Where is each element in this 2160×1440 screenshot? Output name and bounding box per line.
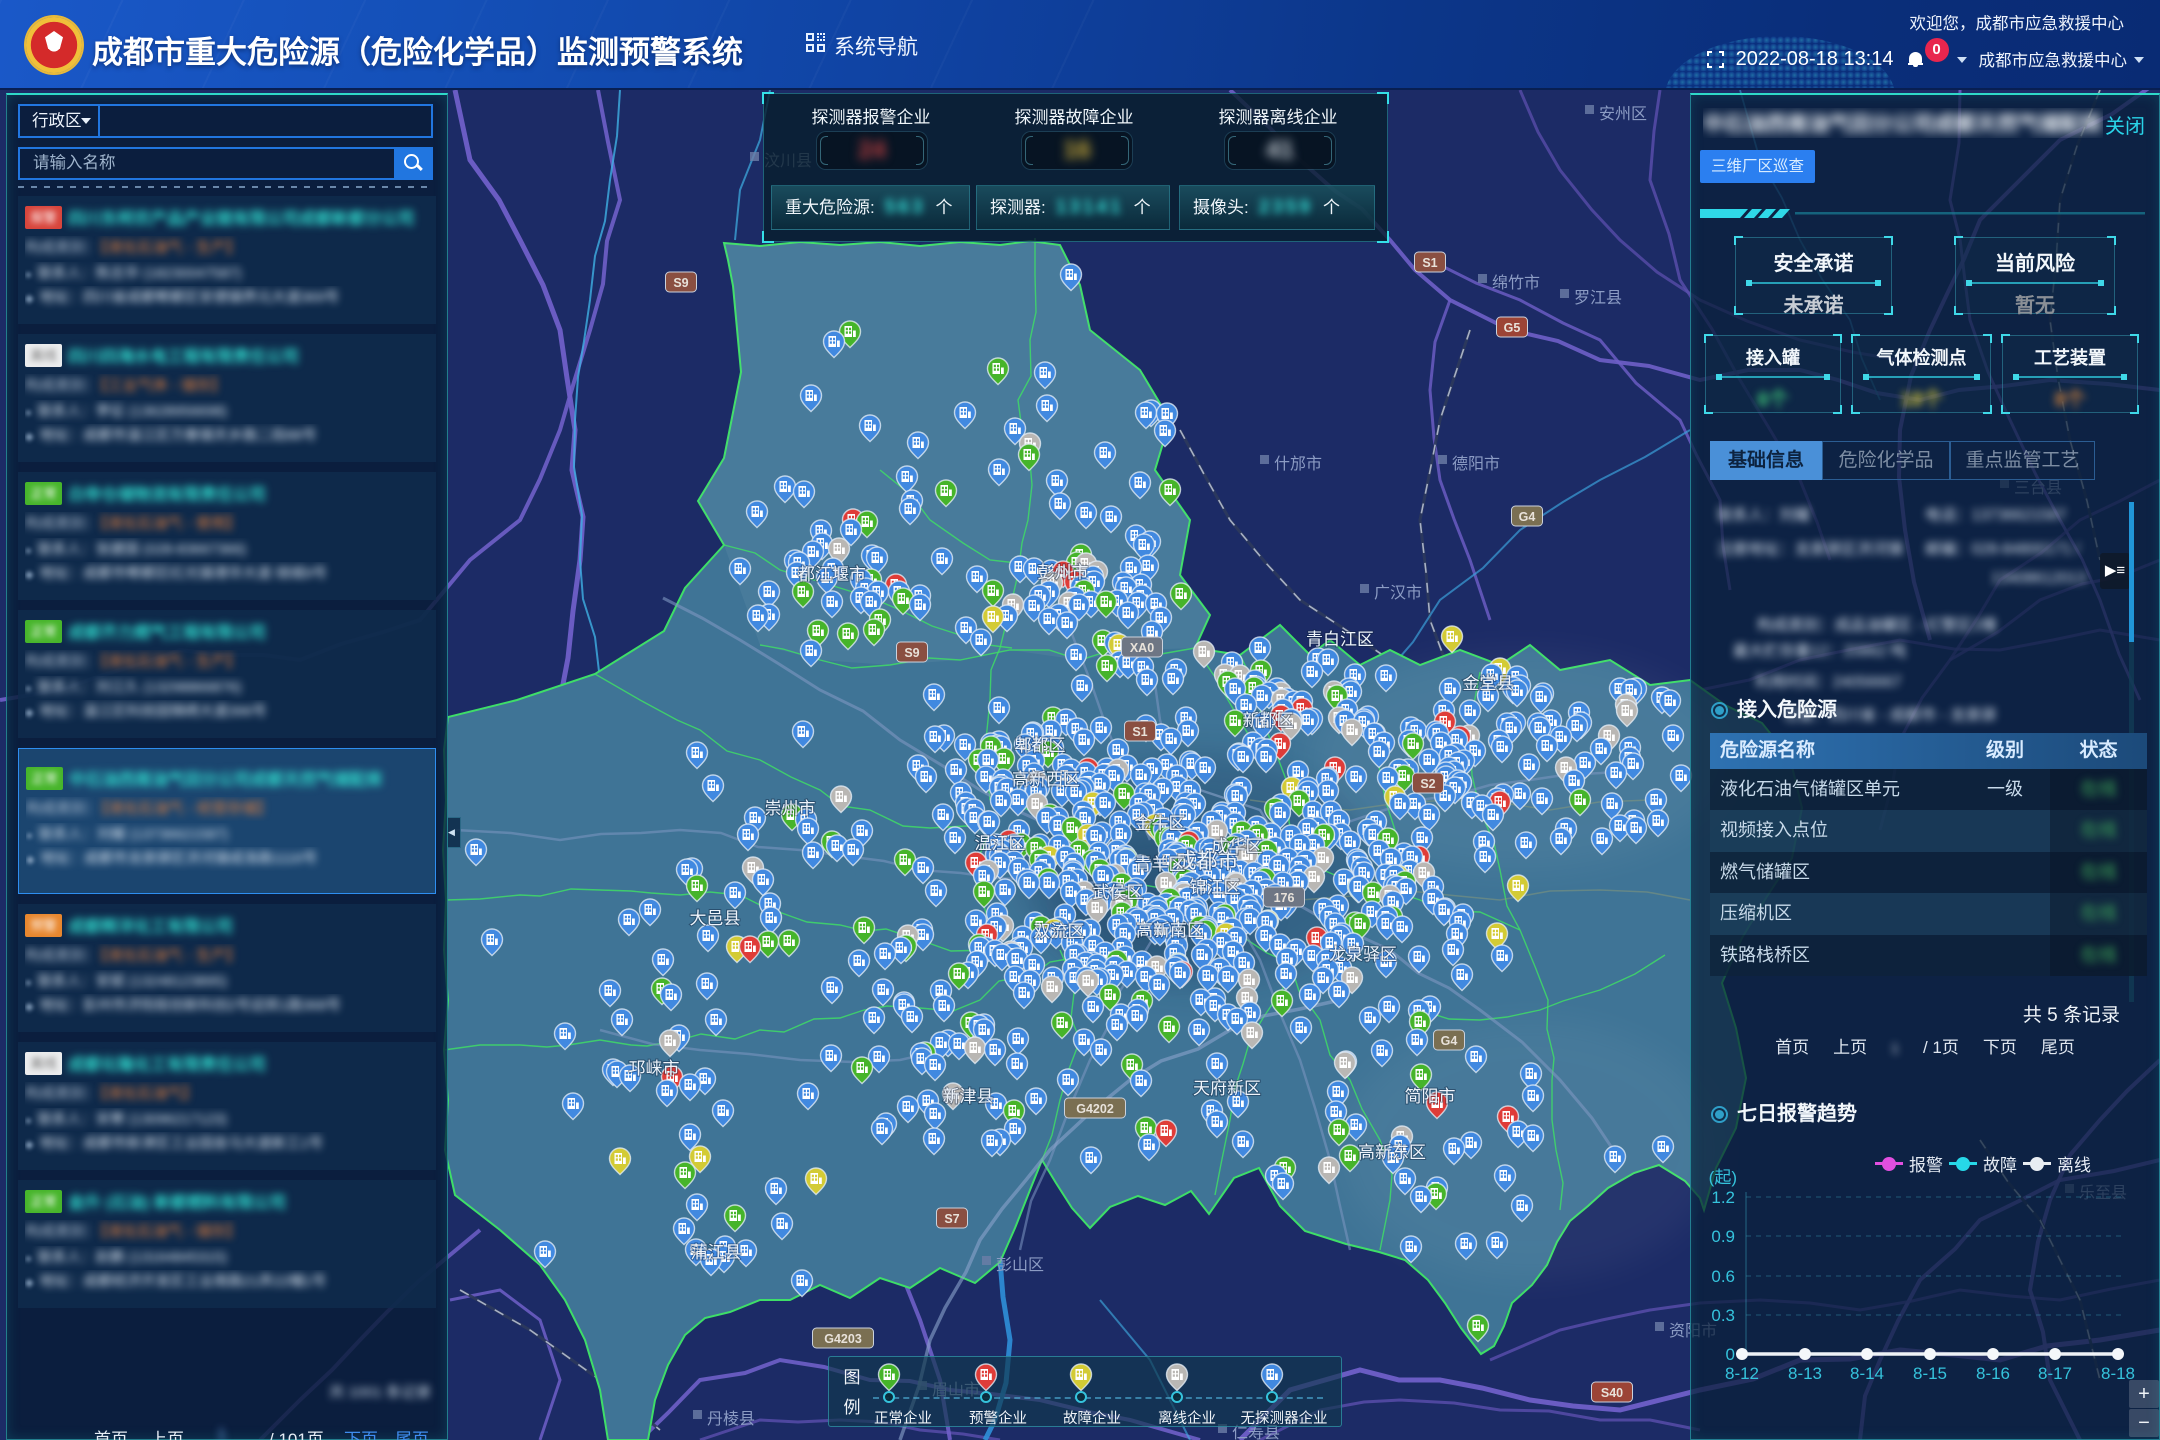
svg-text:8-13: 8-13: [1788, 1364, 1822, 1383]
svg-text:温江区: 温江区: [975, 834, 1026, 853]
svg-text:0.6: 0.6: [1711, 1267, 1735, 1286]
svg-text:锦江区: 锦江区: [1190, 878, 1241, 897]
svg-text:报警: 报警: [1909, 1156, 1943, 1175]
svg-text:高新东区: 高新东区: [1358, 1143, 1426, 1162]
svg-text:成华区: 成华区: [1212, 837, 1263, 856]
svg-text:S40: S40: [1601, 1386, 1623, 1400]
svg-text:广汉市: 广汉市: [1374, 584, 1422, 602]
svg-text:G5: G5: [1504, 321, 1521, 335]
svg-text:S9: S9: [673, 276, 688, 290]
svg-text:邛崃市: 邛崃市: [629, 1059, 680, 1078]
svg-text:G4203: G4203: [824, 1332, 862, 1346]
svg-text:新都区: 新都区: [1243, 711, 1294, 730]
svg-text:S7: S7: [944, 1212, 959, 1226]
svg-text:S2: S2: [1420, 777, 1435, 791]
svg-text:8-12: 8-12: [1725, 1364, 1759, 1383]
svg-text:离线: 离线: [2057, 1156, 2091, 1175]
svg-text:金牛区: 金牛区: [1135, 814, 1186, 833]
svg-text:S1: S1: [1422, 256, 1437, 270]
svg-text:高新南区: 高新南区: [1136, 921, 1204, 940]
svg-text:安州区: 安州区: [1599, 105, 1647, 123]
svg-text:(起): (起): [1709, 1168, 1737, 1187]
svg-text:天府新区: 天府新区: [1193, 1079, 1261, 1098]
svg-text:龙泉驿区: 龙泉驿区: [1329, 945, 1397, 964]
svg-text:绵竹市: 绵竹市: [1492, 274, 1540, 292]
svg-text:G4202: G4202: [1076, 1102, 1114, 1116]
svg-text:罗江县: 罗江县: [1574, 289, 1622, 307]
svg-text:高新西区: 高新西区: [1012, 770, 1080, 789]
svg-text:都江堰市: 都江堰市: [798, 565, 866, 584]
svg-text:简阳市: 简阳市: [1405, 1087, 1456, 1106]
svg-text:1.2: 1.2: [1711, 1188, 1735, 1207]
svg-text:XA0: XA0: [1130, 641, 1154, 655]
svg-text:德阳市: 德阳市: [1452, 455, 1500, 473]
svg-text:8-17: 8-17: [2038, 1364, 2072, 1383]
svg-text:8-14: 8-14: [1850, 1364, 1884, 1383]
svg-text:8-15: 8-15: [1913, 1364, 1947, 1383]
svg-text:8-16: 8-16: [1976, 1364, 2010, 1383]
svg-text:大邑县: 大邑县: [690, 909, 741, 928]
svg-text:0.3: 0.3: [1711, 1306, 1735, 1325]
svg-text:176: 176: [1274, 891, 1295, 905]
svg-text:郫都区: 郫都区: [1015, 736, 1066, 755]
svg-text:G4: G4: [1441, 1034, 1458, 1048]
svg-text:故障: 故障: [1983, 1156, 2017, 1175]
svg-text:丹棱县: 丹棱县: [707, 1410, 755, 1428]
svg-text:双流区: 双流区: [1034, 922, 1085, 941]
svg-text:S1: S1: [1132, 725, 1147, 739]
svg-text:G4: G4: [1519, 510, 1536, 524]
svg-text:武侯区: 武侯区: [1093, 883, 1144, 902]
svg-text:彭山区: 彭山区: [996, 1256, 1044, 1274]
svg-text:新津县: 新津县: [943, 1087, 994, 1106]
svg-text:S9: S9: [904, 646, 919, 660]
svg-text:蒲江县: 蒲江县: [691, 1243, 742, 1262]
svg-text:彭州市: 彭州市: [1038, 563, 1089, 582]
svg-text:0: 0: [1726, 1345, 1735, 1364]
svg-text:青白江区: 青白江区: [1306, 630, 1374, 649]
svg-text:金堂县: 金堂县: [1463, 674, 1514, 693]
svg-text:崇州市: 崇州市: [765, 799, 816, 818]
svg-text:0.9: 0.9: [1711, 1227, 1735, 1246]
svg-text:什邡市: 什邡市: [1274, 455, 1322, 473]
svg-text:青羊区: 青羊区: [1135, 855, 1186, 874]
